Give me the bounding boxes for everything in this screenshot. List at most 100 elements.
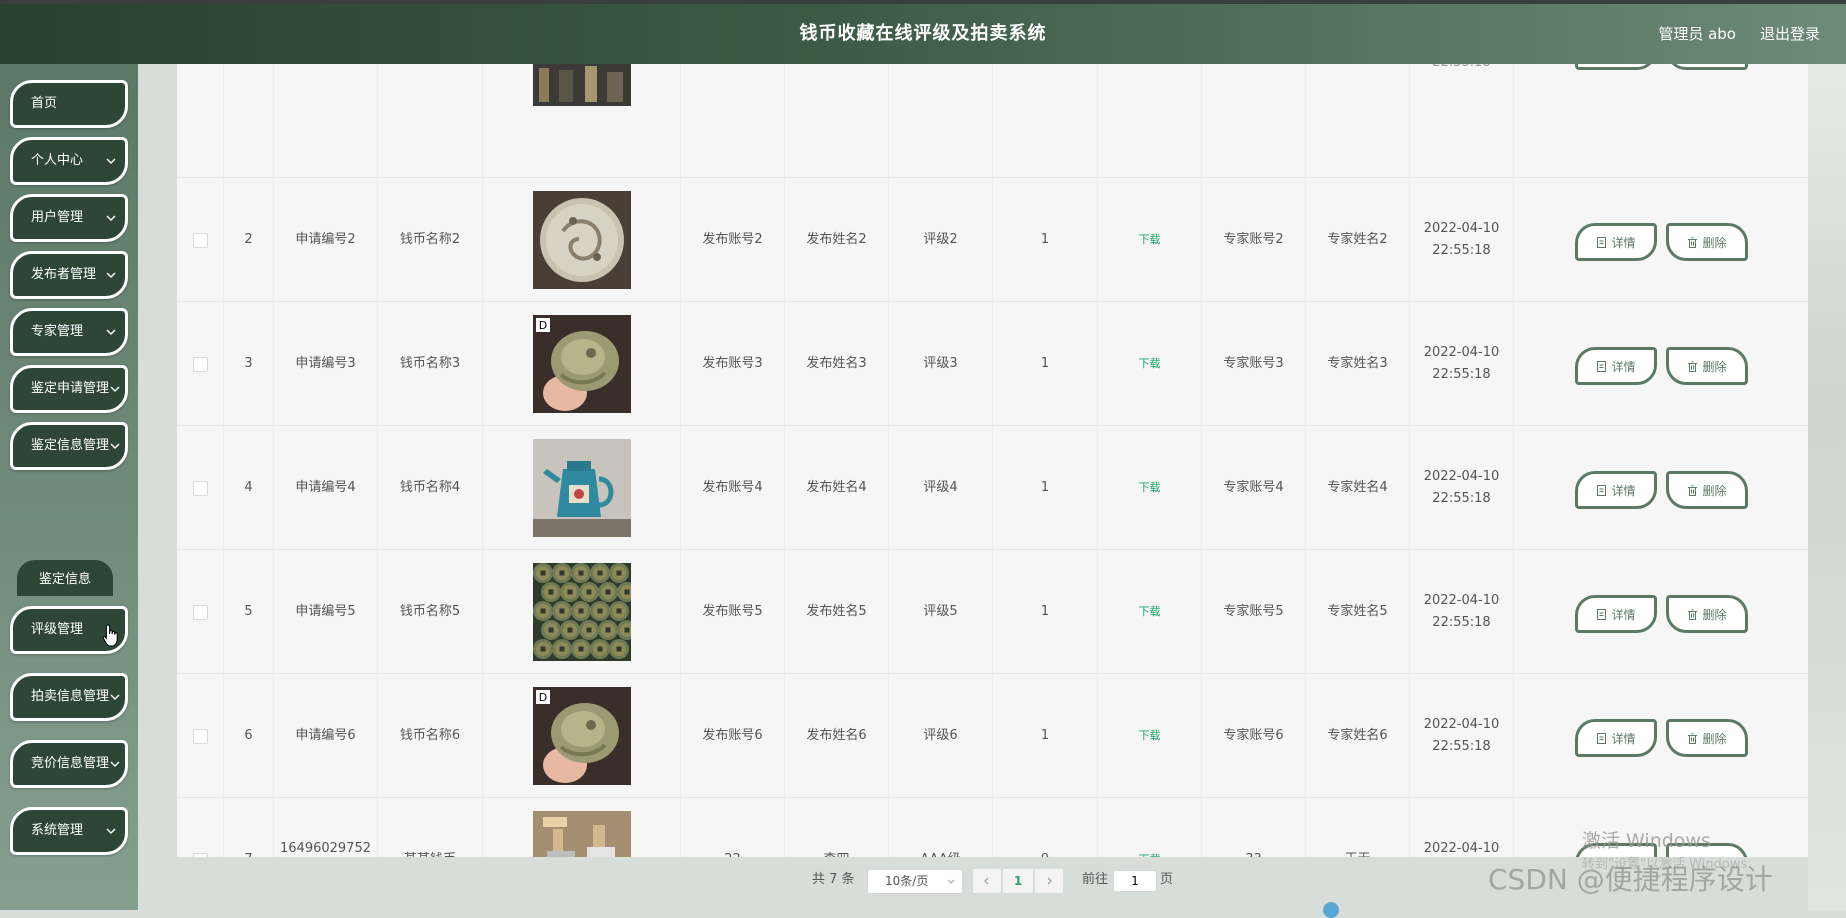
windows-activation-watermark: 激活 Windows <box>1582 830 1711 852</box>
table-cell: 专家账号4 <box>1202 426 1306 550</box>
detail-button[interactable] <box>1575 64 1657 70</box>
delete-button[interactable]: 删除 <box>1666 595 1748 633</box>
table-cell: 钱币名称4 <box>378 426 483 550</box>
row-checkbox[interactable] <box>192 232 208 248</box>
svg-text:D: D <box>538 691 546 704</box>
sidebar-item-auction-info[interactable]: 拍卖信息管理 <box>10 673 128 721</box>
table-cell: 专家姓名4 <box>1306 426 1410 550</box>
sidebar-item-user-management[interactable]: 用户管理 <box>10 194 128 242</box>
row-index: 6 <box>244 728 253 743</box>
table-cell <box>1202 64 1306 178</box>
detail-button[interactable]: 详情 <box>1575 223 1657 261</box>
table-cell: 3 <box>224 302 274 426</box>
logout-link[interactable]: 退出登录 <box>1760 4 1820 64</box>
table-cell: 1 <box>993 674 1098 798</box>
item-thumbnail[interactable] <box>532 439 631 537</box>
row-index: 2 <box>244 232 253 247</box>
apply-number: 申请编号2 <box>295 232 356 247</box>
delete-button[interactable]: 删除 <box>1666 223 1748 261</box>
table-cell: 发布账号2 <box>681 178 785 302</box>
download-link[interactable]: 下载 <box>1139 725 1161 747</box>
sidebar-item-appraisal-info[interactable]: 鉴定信息管理 <box>10 422 128 470</box>
download-link[interactable]: 下载 <box>1139 849 1161 857</box>
coin-name: 钱币名称6 <box>399 728 461 743</box>
goto-page-input[interactable] <box>1113 870 1157 892</box>
table-cell: 申请编号2 <box>274 178 378 302</box>
item-thumbnail[interactable] <box>532 811 631 857</box>
sidebar-item-home[interactable]: 首页 <box>10 80 128 128</box>
page-number-current[interactable]: 1 <box>1003 869 1033 893</box>
row-checkbox[interactable] <box>192 852 208 857</box>
item-thumbnail[interactable]: D <box>532 687 631 785</box>
sidebar-item-system-management[interactable]: 系统管理 <box>10 807 128 855</box>
table-cell: 专家账号5 <box>1202 550 1306 674</box>
item-thumbnail[interactable] <box>532 191 631 289</box>
top-header: 钱币收藏在线评级及拍卖系统 管理员 abo 退出登录 <box>0 4 1846 64</box>
document-icon <box>1597 484 1607 496</box>
table-row: 5 申请编号5 钱币名称5 发布账号5 发布姓名5 评级5 1 下载 专家账号5 专家姓名5 202… <box>177 550 1808 674</box>
download-link[interactable]: 下载 <box>1139 229 1161 251</box>
table-cell: 下载 <box>1098 798 1202 857</box>
coin-name: 钱币名称5 <box>399 604 461 619</box>
download-link[interactable]: 下载 <box>1139 601 1161 623</box>
download-link[interactable]: 下载 <box>1139 353 1161 375</box>
coin-name: 钱币名称2 <box>399 232 461 247</box>
row-checkbox[interactable] <box>192 604 208 620</box>
table-cell: 评级2 <box>889 178 993 302</box>
publisher-name: 发布姓名2 <box>806 232 867 247</box>
delete-button[interactable]: 删除 <box>1666 719 1748 757</box>
detail-button[interactable]: 详情 <box>1575 595 1657 633</box>
table-cell: 6 <box>224 674 274 798</box>
detail-button[interactable]: 详情 <box>1575 471 1657 509</box>
datetime: 2022-04-10 22:55:18 <box>1424 590 1500 634</box>
row-checkbox[interactable] <box>192 480 208 496</box>
chevron-down-icon <box>106 272 116 278</box>
table-cell: 专家姓名3 <box>1306 302 1410 426</box>
delete-button[interactable]: 删除 <box>1666 347 1748 385</box>
datetime-time: 22:55:18 <box>1432 367 1491 382</box>
page-size-value: 10条/页 <box>885 874 929 888</box>
table-cell: 评级5 <box>889 550 993 674</box>
table-cell: 2022-04-10 22:55:18 <box>1410 550 1514 674</box>
table-cell: 下载 <box>1098 426 1202 550</box>
delete-button[interactable]: 删除 <box>1666 471 1748 509</box>
publisher-account: 22 <box>724 849 741 857</box>
table-cell: 2022-04-10 22:55:18 <box>1410 426 1514 550</box>
sidebar: 首页 个人中心 用户管理 发布者管理 专家管理 鉴定申请管理 鉴定信息管理 鉴定… <box>0 64 138 910</box>
page-size-select[interactable]: 10条/页 <box>867 869 963 894</box>
item-thumbnail[interactable] <box>532 563 631 661</box>
sidebar-item-publisher-management[interactable]: 发布者管理 <box>10 251 128 299</box>
taskbar-indicator-dot <box>1323 902 1339 918</box>
sidebar-item-bid-info[interactable]: 竞价信息管理 <box>10 740 128 788</box>
csdn-watermark: CSDN @便捷程序设计 <box>1488 863 1773 896</box>
trash-icon <box>1688 360 1698 372</box>
sidebar-item-personal-center[interactable]: 个人中心 <box>10 137 128 185</box>
table-cell: 发布账号4 <box>681 426 785 550</box>
chevron-down-icon <box>110 694 120 700</box>
svg-text:D: D <box>538 319 546 332</box>
detail-button[interactable]: 详情 <box>1575 719 1657 757</box>
table-cell: 评级4 <box>889 426 993 550</box>
delete-button[interactable] <box>1666 64 1748 70</box>
sidebar-item-expert-management[interactable]: 专家管理 <box>10 308 128 356</box>
quantity: 1 <box>1040 232 1050 247</box>
detail-button[interactable]: 详情 <box>1575 347 1657 385</box>
table-cell: 专家账号2 <box>1202 178 1306 302</box>
table-cell: 发布账号3 <box>681 302 785 426</box>
datetime: 2022-04-10 22:55:18 <box>1424 466 1500 510</box>
download-link[interactable]: 下载 <box>1139 477 1161 499</box>
sidebar-subitem-appraisal-info[interactable]: 鉴定信息 <box>17 560 113 596</box>
table-cell: 4 <box>224 426 274 550</box>
sidebar-item-appraisal-application[interactable]: 鉴定申请管理 <box>10 365 128 413</box>
row-checkbox[interactable] <box>192 728 208 744</box>
table-cell <box>177 798 224 857</box>
table-cell: 33 <box>1202 798 1306 857</box>
next-page-button[interactable] <box>1035 869 1063 893</box>
sidebar-item-label: 个人中心 <box>31 153 84 168</box>
row-index: 5 <box>244 604 253 619</box>
table-cell <box>274 64 378 178</box>
expert-name: 专家姓名2 <box>1327 232 1388 247</box>
row-checkbox[interactable] <box>192 356 208 372</box>
item-thumbnail[interactable]: D <box>532 315 631 413</box>
prev-page-button[interactable] <box>973 869 1001 893</box>
